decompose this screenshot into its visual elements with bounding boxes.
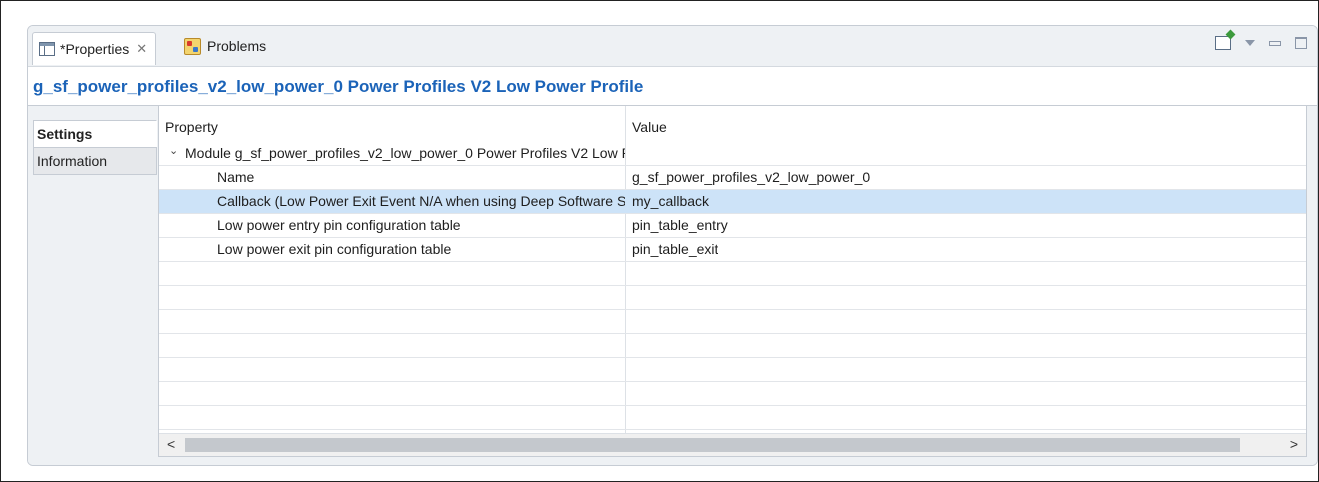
table-row[interactable]: Name g_sf_power_profiles_v2_low_power_0 bbox=[159, 166, 1306, 190]
property-cell: Low power entry pin configuration table bbox=[217, 217, 461, 233]
property-cell: Name bbox=[217, 169, 255, 185]
tab-properties-label: *Properties bbox=[60, 41, 130, 57]
empty-row bbox=[159, 262, 1306, 286]
property-cell: Callback (Low Power Exit Event N/A when … bbox=[217, 193, 625, 209]
pin-icon[interactable] bbox=[1215, 36, 1231, 50]
header-property[interactable]: Property bbox=[165, 119, 218, 135]
minimize-icon[interactable] bbox=[1269, 40, 1281, 46]
empty-row bbox=[159, 406, 1306, 430]
scroll-right-icon[interactable]: > bbox=[1290, 436, 1298, 452]
table-row-group[interactable]: ⌄ Module g_sf_power_profiles_v2_low_powe… bbox=[159, 142, 1306, 166]
table-header: Property Value bbox=[159, 116, 1306, 140]
tab-problems-label: Problems bbox=[207, 38, 267, 54]
value-cell[interactable]: pin_table_exit bbox=[632, 241, 718, 257]
horizontal-scrollbar[interactable]: < > bbox=[159, 433, 1306, 456]
empty-row bbox=[159, 286, 1306, 310]
value-cell[interactable]: pin_table_entry bbox=[632, 217, 728, 233]
empty-row bbox=[159, 334, 1306, 358]
chevron-down-icon[interactable]: ⌄ bbox=[169, 144, 178, 157]
properties-view: *Properties ✕ Problems g_sf_power_profil… bbox=[27, 25, 1318, 466]
window-frame: *Properties ✕ Problems g_sf_power_profil… bbox=[0, 0, 1319, 482]
properties-table: Property Value ⌄ Module g_sf_power_profi… bbox=[158, 106, 1307, 457]
tab-problems[interactable]: Problems bbox=[178, 32, 272, 60]
problems-icon bbox=[184, 37, 201, 55]
table-row[interactable]: Low power exit pin configuration table p… bbox=[159, 238, 1306, 262]
title-area: g_sf_power_profiles_v2_low_power_0 Power… bbox=[28, 67, 1317, 106]
value-cell[interactable]: g_sf_power_profiles_v2_low_power_0 bbox=[632, 169, 870, 185]
property-cell: Low power exit pin configuration table bbox=[217, 241, 452, 257]
side-tabs: Settings Information bbox=[33, 120, 157, 175]
empty-row bbox=[159, 358, 1306, 382]
table-row-selected[interactable]: Callback (Low Power Exit Event N/A when … bbox=[159, 190, 1306, 214]
properties-view-icon bbox=[39, 42, 55, 56]
properties-content: Settings Information Property Value ⌄ Mo… bbox=[28, 106, 1317, 465]
header-value[interactable]: Value bbox=[632, 119, 667, 135]
view-tab-bar: *Properties ✕ Problems bbox=[28, 26, 1317, 67]
group-label: Module g_sf_power_profiles_v2_low_power_… bbox=[185, 145, 625, 161]
tab-information[interactable]: Information bbox=[33, 147, 157, 175]
close-icon[interactable]: ✕ bbox=[136, 41, 147, 57]
scrollbar-thumb[interactable] bbox=[185, 438, 1240, 452]
empty-row bbox=[159, 310, 1306, 334]
tab-settings[interactable]: Settings bbox=[33, 120, 157, 148]
value-cell[interactable]: my_callback bbox=[632, 193, 709, 209]
maximize-icon[interactable] bbox=[1295, 37, 1307, 49]
empty-row bbox=[159, 382, 1306, 406]
tab-properties[interactable]: *Properties ✕ bbox=[32, 32, 157, 65]
view-menu-icon[interactable] bbox=[1245, 40, 1255, 46]
table-row[interactable]: Low power entry pin configuration table … bbox=[159, 214, 1306, 238]
scroll-left-icon[interactable]: < bbox=[167, 436, 175, 452]
page-title: g_sf_power_profiles_v2_low_power_0 Power… bbox=[33, 77, 644, 96]
view-toolbar bbox=[1215, 36, 1307, 50]
